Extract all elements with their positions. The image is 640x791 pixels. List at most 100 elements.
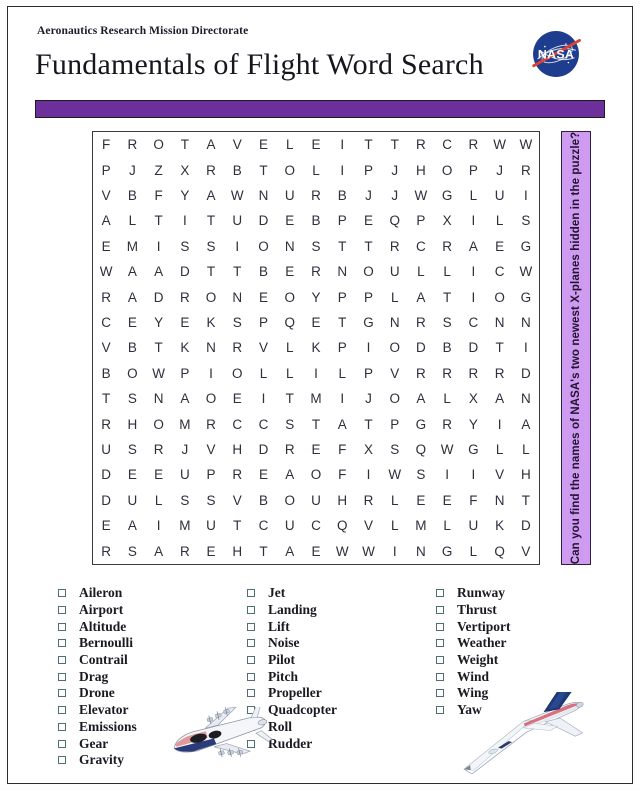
grid-cell[interactable]: U xyxy=(382,259,408,284)
grid-cell[interactable]: P xyxy=(198,462,224,487)
grid-cell[interactable]: N xyxy=(198,335,224,360)
grid-cell[interactable]: N xyxy=(408,539,434,565)
grid-cell[interactable]: I xyxy=(172,208,198,233)
grid-cell[interactable]: A xyxy=(119,259,145,284)
grid-cell[interactable]: O xyxy=(250,234,276,259)
grid-cell[interactable]: S xyxy=(513,208,539,233)
grid-cell[interactable]: O xyxy=(434,157,460,182)
grid-cell[interactable]: L xyxy=(487,437,513,462)
word-list-item[interactable]: Jet xyxy=(247,585,337,602)
checkbox-icon[interactable] xyxy=(58,689,66,698)
grid-cell[interactable]: M xyxy=(172,411,198,436)
grid-cell[interactable]: L xyxy=(460,539,486,565)
grid-cell[interactable]: T xyxy=(487,335,513,360)
grid-cell[interactable]: N xyxy=(487,310,513,335)
grid-cell[interactable]: J xyxy=(119,157,145,182)
grid-cell[interactable]: X xyxy=(172,157,198,182)
grid-cell[interactable]: T xyxy=(224,513,250,538)
grid-cell[interactable]: U xyxy=(224,208,250,233)
grid-cell[interactable]: E xyxy=(250,462,276,487)
grid-cell[interactable]: H xyxy=(329,488,355,513)
grid-cell[interactable]: I xyxy=(513,183,539,208)
grid-cell[interactable]: K xyxy=(172,335,198,360)
grid-cell[interactable]: X xyxy=(355,437,381,462)
grid-cell[interactable]: F xyxy=(329,437,355,462)
grid-cell[interactable]: V xyxy=(93,335,119,360)
checkbox-icon[interactable] xyxy=(58,656,66,665)
grid-cell[interactable]: W xyxy=(355,539,381,565)
checkbox-icon[interactable] xyxy=(436,672,444,681)
grid-cell[interactable]: S xyxy=(119,539,145,565)
grid-cell[interactable]: Y xyxy=(460,411,486,436)
grid-cell[interactable]: I xyxy=(329,386,355,411)
grid-cell[interactable]: U xyxy=(460,513,486,538)
grid-cell[interactable]: G xyxy=(408,411,434,436)
grid-cell[interactable]: I xyxy=(460,208,486,233)
grid-cell[interactable]: P xyxy=(250,310,276,335)
checkbox-icon[interactable] xyxy=(436,606,444,615)
grid-cell[interactable]: U xyxy=(277,513,303,538)
grid-cell[interactable]: H xyxy=(119,411,145,436)
grid-cell[interactable]: F xyxy=(460,488,486,513)
checkbox-icon[interactable] xyxy=(58,672,66,681)
grid-cell[interactable]: I xyxy=(355,462,381,487)
grid-cell[interactable]: S xyxy=(119,437,145,462)
checkbox-icon[interactable] xyxy=(436,689,444,698)
grid-cell[interactable]: T xyxy=(145,335,171,360)
grid-cell[interactable]: C xyxy=(408,234,434,259)
grid-cell[interactable]: R xyxy=(93,539,119,565)
word-list-item[interactable]: Vertiport xyxy=(436,618,511,635)
grid-cell[interactable]: R xyxy=(513,157,539,182)
grid-cell[interactable]: E xyxy=(277,208,303,233)
grid-cell[interactable]: R xyxy=(145,437,171,462)
grid-cell[interactable]: T xyxy=(250,539,276,565)
word-search-grid[interactable]: FROTAVELEITTRCRWWPJZXRBTOLIPJHOPJRVBFYAW… xyxy=(92,131,540,565)
grid-cell[interactable]: H xyxy=(408,157,434,182)
grid-cell[interactable]: D xyxy=(250,437,276,462)
grid-cell[interactable]: U xyxy=(487,183,513,208)
grid-cell[interactable]: O xyxy=(119,361,145,386)
grid-cell[interactable]: I xyxy=(355,335,381,360)
grid-cell[interactable]: B xyxy=(303,208,329,233)
checkbox-icon[interactable] xyxy=(436,656,444,665)
grid-cell[interactable]: V xyxy=(513,539,539,565)
word-list-item[interactable]: Altitude xyxy=(58,618,137,635)
grid-cell[interactable]: C xyxy=(434,132,460,157)
grid-cell[interactable]: A xyxy=(277,539,303,565)
grid-cell[interactable]: I xyxy=(198,361,224,386)
grid-cell[interactable]: N xyxy=(382,310,408,335)
grid-cell[interactable]: P xyxy=(382,411,408,436)
checkbox-icon[interactable] xyxy=(247,639,255,648)
grid-cell[interactable]: U xyxy=(277,183,303,208)
grid-cell[interactable]: R xyxy=(460,132,486,157)
grid-cell[interactable]: I xyxy=(460,462,486,487)
grid-cell[interactable]: T xyxy=(198,208,224,233)
grid-cell[interactable]: A xyxy=(460,234,486,259)
grid-cell[interactable]: W xyxy=(434,437,460,462)
grid-cell[interactable]: R xyxy=(277,437,303,462)
grid-cell[interactable]: P xyxy=(355,361,381,386)
grid-cell[interactable]: J xyxy=(172,437,198,462)
checkbox-icon[interactable] xyxy=(436,639,444,648)
grid-cell[interactable]: W xyxy=(513,259,539,284)
grid-cell[interactable]: A xyxy=(329,411,355,436)
grid-cell[interactable]: N xyxy=(145,386,171,411)
grid-cell[interactable]: L xyxy=(277,335,303,360)
checkbox-icon[interactable] xyxy=(247,606,255,615)
grid-cell[interactable]: Q xyxy=(408,437,434,462)
grid-cell[interactable]: T xyxy=(382,132,408,157)
word-list-item[interactable]: Weather xyxy=(436,635,511,652)
checkbox-icon[interactable] xyxy=(436,589,444,598)
grid-cell[interactable]: W xyxy=(408,183,434,208)
grid-cell[interactable]: P xyxy=(355,157,381,182)
grid-cell[interactable]: L xyxy=(382,513,408,538)
grid-cell[interactable]: A xyxy=(513,411,539,436)
grid-cell[interactable]: R xyxy=(355,488,381,513)
grid-cell[interactable]: C xyxy=(303,513,329,538)
grid-cell[interactable]: O xyxy=(277,284,303,309)
grid-cell[interactable]: J xyxy=(382,183,408,208)
grid-cell[interactable]: J xyxy=(355,183,381,208)
grid-cell[interactable]: L xyxy=(277,361,303,386)
grid-cell[interactable]: E xyxy=(250,132,276,157)
grid-cell[interactable]: O xyxy=(145,132,171,157)
